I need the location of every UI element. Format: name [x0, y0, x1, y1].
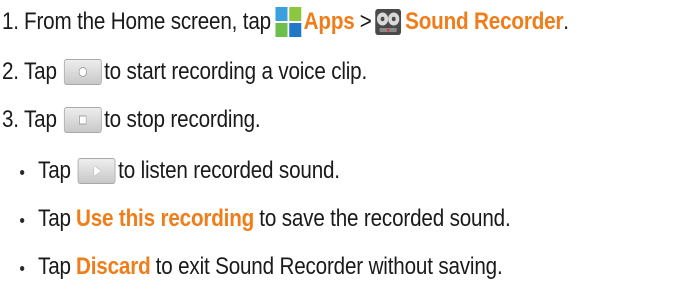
bullet-save: Tap Use this recording to save the recor…	[20, 199, 511, 239]
bullet-3-tap: Tap	[38, 253, 71, 280]
bullet-discard: Tap Discard to exit Sound Recorder witho…	[20, 247, 503, 287]
discard-label: Discard	[75, 253, 151, 280]
step-1-number: 1.	[2, 8, 19, 35]
menu-separator: >	[359, 8, 372, 35]
bullet-1-text: to listen recorded sound.	[118, 157, 340, 184]
step-3: 3. Tap to stop recording.	[2, 100, 261, 140]
sound-recorder-link: Sound Recorder	[405, 8, 564, 35]
apps-link: Apps	[303, 8, 355, 35]
bullet-3-text: to exit Sound Recorder without saving.	[155, 253, 503, 280]
bullet-dot	[20, 169, 25, 175]
step-3-number: 3.	[2, 106, 19, 133]
bullet-2-tap: Tap	[38, 205, 71, 232]
step-2-text: to start recording a voice clip.	[104, 58, 368, 85]
instruction-document: 1. From the Home screen, tap Apps > Soun…	[0, 0, 675, 295]
step-2-tap: Tap	[24, 58, 57, 85]
use-this-recording-label: Use this recording	[75, 205, 255, 232]
play-icon	[77, 158, 116, 184]
bullet-1-tap: Tap	[38, 157, 71, 184]
step-1-text: From the Home screen, tap	[24, 8, 271, 35]
bullet-2-text: to save the recorded sound.	[259, 205, 511, 232]
apps-grid-icon	[275, 7, 302, 37]
bullet-listen: Tap to listen recorded sound.	[20, 151, 340, 191]
step-2: 2. Tap to start recording a voice clip.	[2, 52, 367, 92]
bullet-dot	[20, 265, 25, 271]
step-3-text: to stop recording.	[104, 106, 261, 133]
record-icon	[63, 59, 102, 85]
step-1-period: .	[563, 8, 569, 35]
step-1: 1. From the Home screen, tap Apps > Soun…	[2, 2, 569, 42]
step-2-number: 2.	[2, 58, 19, 85]
stop-icon	[63, 107, 102, 133]
sound-recorder-icon	[375, 9, 401, 35]
bullet-dot	[20, 217, 25, 223]
step-3-tap: Tap	[24, 106, 57, 133]
